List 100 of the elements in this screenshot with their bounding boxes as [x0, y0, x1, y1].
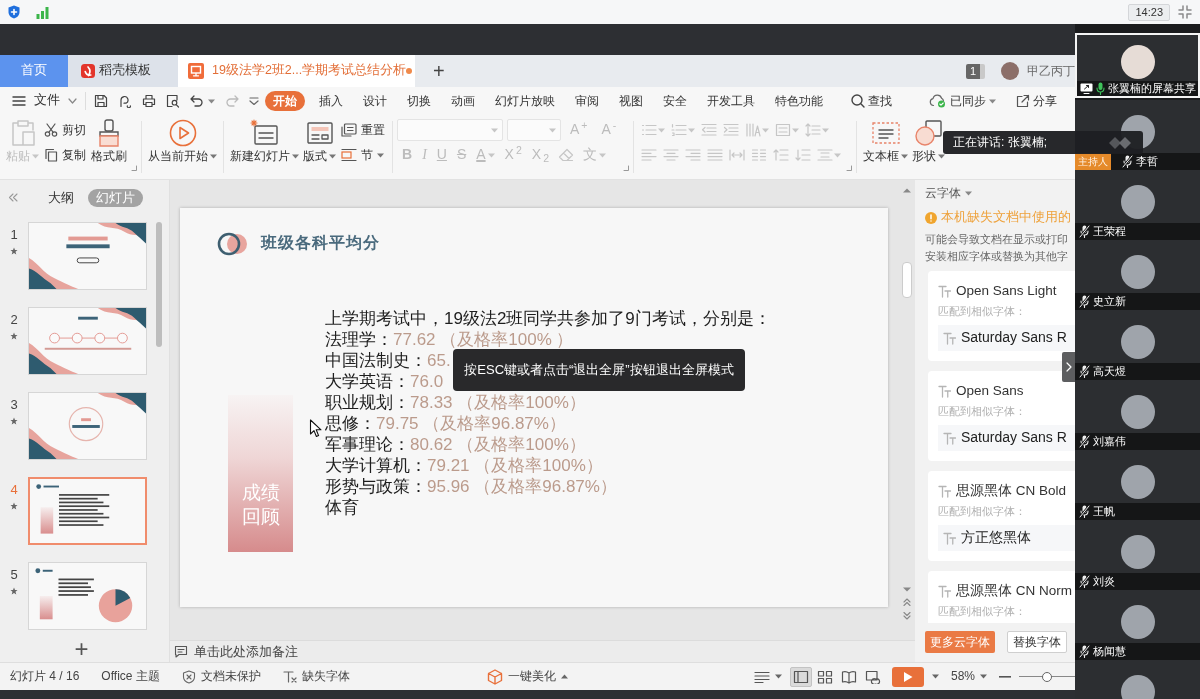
font-missing-icon — [282, 669, 297, 684]
participant-tile[interactable]: 刘嘉伟 — [1075, 380, 1200, 450]
text-box-button[interactable]: 文本框 — [861, 119, 911, 167]
scrollbar-thumb[interactable] — [902, 262, 912, 298]
shape-button[interactable]: 形状 — [910, 119, 948, 167]
collapse-handle[interactable] — [1062, 352, 1075, 382]
replace-fonts-button[interactable]: 替换字体 — [1007, 631, 1067, 653]
account-name[interactable]: 甲乙丙丁 — [1027, 63, 1075, 79]
search-button[interactable]: 查找 — [845, 91, 898, 111]
copy-button[interactable]: 复制 — [41, 144, 89, 166]
eraser-icon[interactable] — [558, 148, 574, 162]
zoom-out-icon[interactable] — [999, 675, 1011, 678]
share-button[interactable]: 分享 — [1010, 91, 1063, 111]
document-tab[interactable]: 稻壳模板 — [68, 55, 178, 87]
format-painter-button[interactable]: 格式刷 — [89, 119, 129, 167]
ribbon-tab[interactable]: 特色功能 — [769, 91, 829, 111]
sync-button[interactable]: 已同步 — [923, 91, 1002, 111]
reset-button[interactable]: 重置 — [338, 119, 388, 141]
redo-icon[interactable] — [225, 95, 239, 107]
participant-tile[interactable]: 张翼楠的屏幕共享 — [1075, 33, 1200, 98]
new-slide-button[interactable]: 新建幻灯片 — [228, 119, 301, 167]
notes-toggle-button[interactable] — [753, 670, 782, 683]
signal-icon[interactable] — [36, 5, 49, 19]
play-slideshow-button[interactable] — [891, 666, 924, 687]
panel-view-tab[interactable]: 大纲 — [40, 188, 82, 207]
slide-title: 班级各科平均分 — [261, 233, 380, 253]
participant-tile[interactable]: 杨闻慧 — [1075, 590, 1200, 660]
customize-icon[interactable] — [249, 97, 259, 105]
zoom-level-button[interactable]: 58% — [950, 669, 987, 684]
participant-tile[interactable]: 刘炎 — [1075, 520, 1200, 590]
clock-time: 14:23 — [1128, 3, 1170, 21]
avatar-icon — [1120, 395, 1155, 429]
slide-thumbnail-drawing[interactable] — [28, 562, 147, 630]
subject-name: 职业规划： — [325, 393, 410, 412]
double-chevron-left-icon[interactable] — [8, 193, 18, 202]
matched-font-option[interactable]: 方正悠黑体 — [938, 525, 1075, 551]
participant-tile[interactable] — [1075, 660, 1200, 699]
dialog-launcher-icon[interactable] — [846, 165, 853, 171]
notes-field[interactable]: 单击此处添加备注 — [194, 641, 494, 662]
new-tab-button[interactable]: + — [425, 55, 453, 87]
slide-thumbnail-drawing[interactable] — [28, 307, 147, 375]
participant-tile[interactable]: 高天煜 — [1075, 310, 1200, 380]
cut-button[interactable]: 剪切 — [41, 119, 89, 141]
exit-fullscreen-icon[interactable] — [1178, 5, 1192, 19]
play-from-current-button[interactable]: 从当前开始 — [146, 119, 219, 167]
ribbon-tab[interactable]: 审阅 — [569, 91, 605, 111]
slide-number: 5 — [10, 568, 18, 582]
caret-icon — [774, 674, 782, 679]
caret-icon — [931, 674, 939, 679]
matched-font-option[interactable]: Saturday Sans R — [938, 325, 1075, 351]
font-icon — [938, 284, 951, 298]
document-protection-button[interactable]: 文档未保护 — [181, 669, 261, 684]
ribbon-tab[interactable]: 插入 — [313, 91, 349, 111]
undo-icon[interactable] — [190, 95, 204, 107]
previous-slide-icon[interactable] — [903, 598, 911, 606]
ribbon-tab[interactable]: 视图 — [613, 91, 649, 111]
view-mode-button[interactable] — [789, 666, 812, 687]
ribbon-tab[interactable]: 开发工具 — [701, 91, 761, 111]
participant-tile[interactable]: 王帆 — [1075, 450, 1200, 520]
slide-thumbnail-drawing[interactable] — [28, 477, 147, 545]
notification-count[interactable]: 1 — [965, 63, 985, 79]
beautify-button[interactable]: 一键美化 — [487, 668, 568, 685]
section-button[interactable]: 节 — [338, 144, 388, 166]
ribbon-tab[interactable]: 设计 — [357, 91, 393, 111]
ribbon-tab[interactable]: 切换 — [401, 91, 437, 111]
cloud-font-dropdown[interactable]: 云字体 — [925, 185, 972, 201]
chevron-down-icon — [68, 98, 77, 104]
missing-fonts-button[interactable]: 缺失字体 — [282, 669, 350, 684]
ribbon-tab[interactable]: 安全 — [657, 91, 693, 111]
ribbon-tab[interactable]: 动画 — [445, 91, 481, 111]
shield-icon[interactable] — [8, 5, 20, 19]
scroll-up-icon[interactable] — [903, 188, 911, 193]
theme-button[interactable]: Office 主题 — [101, 669, 160, 684]
zoom-slider-thumb[interactable] — [1042, 671, 1052, 682]
participant-tile[interactable]: 王荣程 — [1075, 170, 1200, 240]
user-avatar-icon[interactable] — [1001, 62, 1019, 80]
matched-font-option[interactable]: Saturday Sans R — [938, 425, 1075, 451]
caret-icon — [599, 152, 606, 158]
font-icon — [938, 484, 951, 498]
add-slide-button[interactable]: + — [69, 635, 94, 662]
print-icon[interactable] — [142, 94, 156, 108]
share-icon — [1016, 94, 1030, 108]
dialog-launcher-icon[interactable] — [623, 165, 630, 171]
font-icon — [943, 531, 956, 545]
next-slide-icon[interactable] — [903, 612, 911, 620]
hook-icon[interactable] — [118, 94, 132, 108]
file-menu-button[interactable]: 文件 — [12, 93, 77, 109]
layout-button[interactable]: 版式 — [301, 119, 338, 167]
scroll-down-icon[interactable] — [903, 587, 911, 592]
ribbon-tab[interactable]: 幻灯片放映 — [489, 91, 561, 111]
scrollbar-thumb[interactable] — [156, 222, 162, 347]
save-icon[interactable] — [94, 94, 108, 108]
menu-icon — [12, 95, 26, 107]
notes-panel[interactable]: 单击此处添加备注 — [170, 640, 915, 662]
participant-tile[interactable]: 史立新 — [1075, 240, 1200, 310]
avatar-icon — [1120, 465, 1155, 499]
slide-thumbnail-drawing[interactable] — [28, 392, 147, 460]
dialog-launcher-icon[interactable] — [131, 165, 137, 171]
print-preview-icon[interactable] — [166, 94, 180, 108]
slide-thumbnail-drawing[interactable] — [28, 222, 147, 290]
